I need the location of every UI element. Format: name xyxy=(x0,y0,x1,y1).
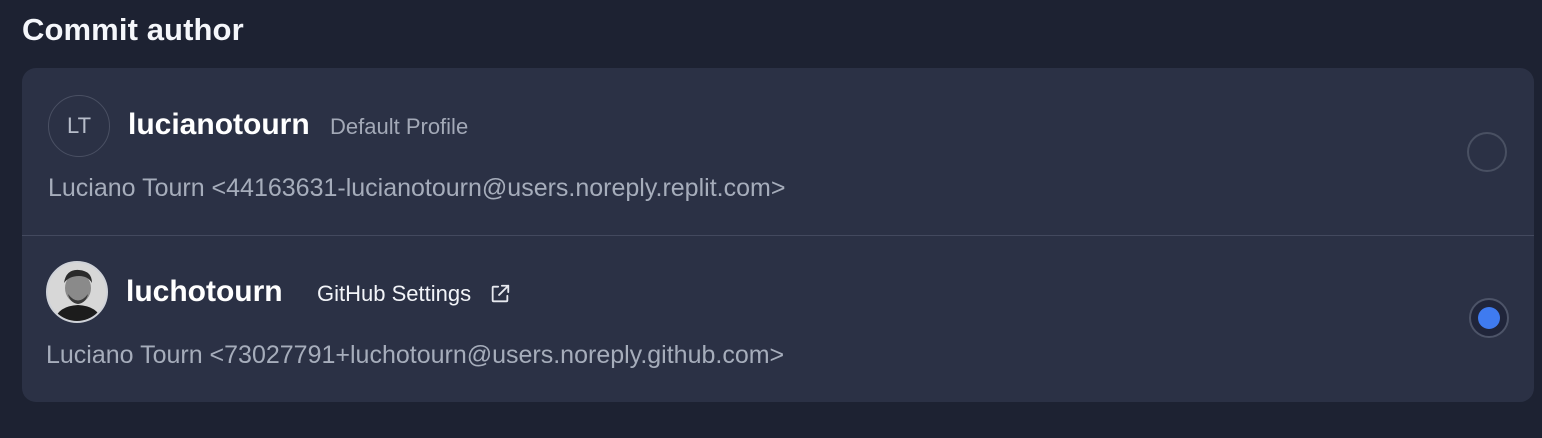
section-title: Commit author xyxy=(22,12,244,47)
github-settings-label: GitHub Settings xyxy=(317,281,472,306)
author-username: luchotourn xyxy=(126,275,283,308)
author-username: lucianotourn xyxy=(128,108,310,141)
avatar-initials: LT xyxy=(66,113,92,138)
commit-author-list: LT lucianotourn Default Profile Luciano … xyxy=(22,68,1534,402)
avatar: LT xyxy=(48,95,110,157)
radio-button[interactable] xyxy=(1467,132,1507,172)
radio-selected-dot xyxy=(1478,307,1500,329)
author-option-luchotourn[interactable]: luchotourn GitHub Settings Luciano Tourn… xyxy=(22,236,1534,402)
author-option-lucianotourn[interactable]: LT lucianotourn Default Profile Luciano … xyxy=(22,68,1534,235)
author-email: Luciano Tourn <44163631-lucianotourn@use… xyxy=(48,174,786,202)
avatar xyxy=(46,261,108,323)
author-email: Luciano Tourn <73027791+luchotourn@users… xyxy=(46,341,785,369)
external-link-icon xyxy=(491,284,510,303)
github-settings-link[interactable]: GitHub Settings xyxy=(317,281,511,307)
radio-button-selected[interactable] xyxy=(1469,298,1509,338)
default-profile-tag: Default Profile xyxy=(330,114,469,139)
user-photo-icon xyxy=(48,263,106,321)
